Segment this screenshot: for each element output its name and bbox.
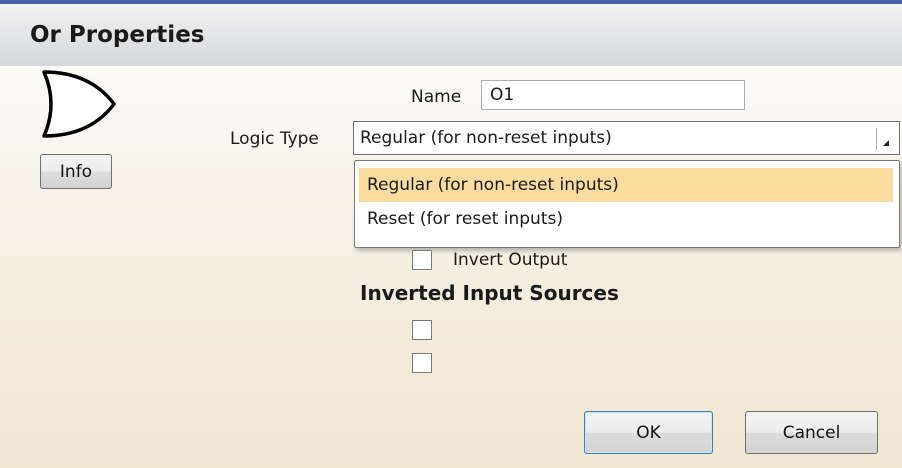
logic-type-label: Logic Type	[230, 129, 319, 149]
inverted-input-checkbox-1[interactable]	[412, 320, 432, 340]
inverted-input-sources-heading: Inverted Input Sources	[360, 281, 619, 305]
invert-output-label: Invert Output	[453, 250, 568, 270]
cancel-button-label: Cancel	[782, 422, 841, 443]
or-properties-dialog: Or Properties Info Name O1 Logic Type Re…	[0, 0, 902, 468]
name-label: Name	[411, 87, 462, 107]
info-button-label: Info	[59, 161, 93, 182]
logic-type-selected: Regular (for non-reset inputs)	[360, 128, 612, 148]
ok-button[interactable]: OK	[584, 411, 713, 454]
info-button[interactable]: Info	[40, 154, 112, 189]
logic-type-combobox[interactable]: Regular (for non-reset inputs)	[353, 121, 900, 155]
combobox-separator	[876, 128, 877, 150]
cancel-button[interactable]: Cancel	[745, 411, 878, 454]
ok-button-label: OK	[636, 422, 661, 443]
dropdown-option-regular[interactable]: Regular (for non-reset inputs)	[359, 168, 893, 202]
or-gate-icon	[42, 70, 116, 138]
name-input[interactable]: O1	[481, 80, 745, 110]
dropdown-option-reset[interactable]: Reset (for reset inputs)	[359, 202, 893, 236]
inverted-input-checkbox-2[interactable]	[412, 353, 432, 373]
dialog-title: Or Properties	[0, 4, 902, 66]
logic-type-dropdown: Regular (for non-reset inputs) Reset (fo…	[354, 160, 900, 248]
invert-output-checkbox[interactable]	[412, 250, 432, 270]
chevron-down-icon[interactable]	[879, 132, 893, 148]
